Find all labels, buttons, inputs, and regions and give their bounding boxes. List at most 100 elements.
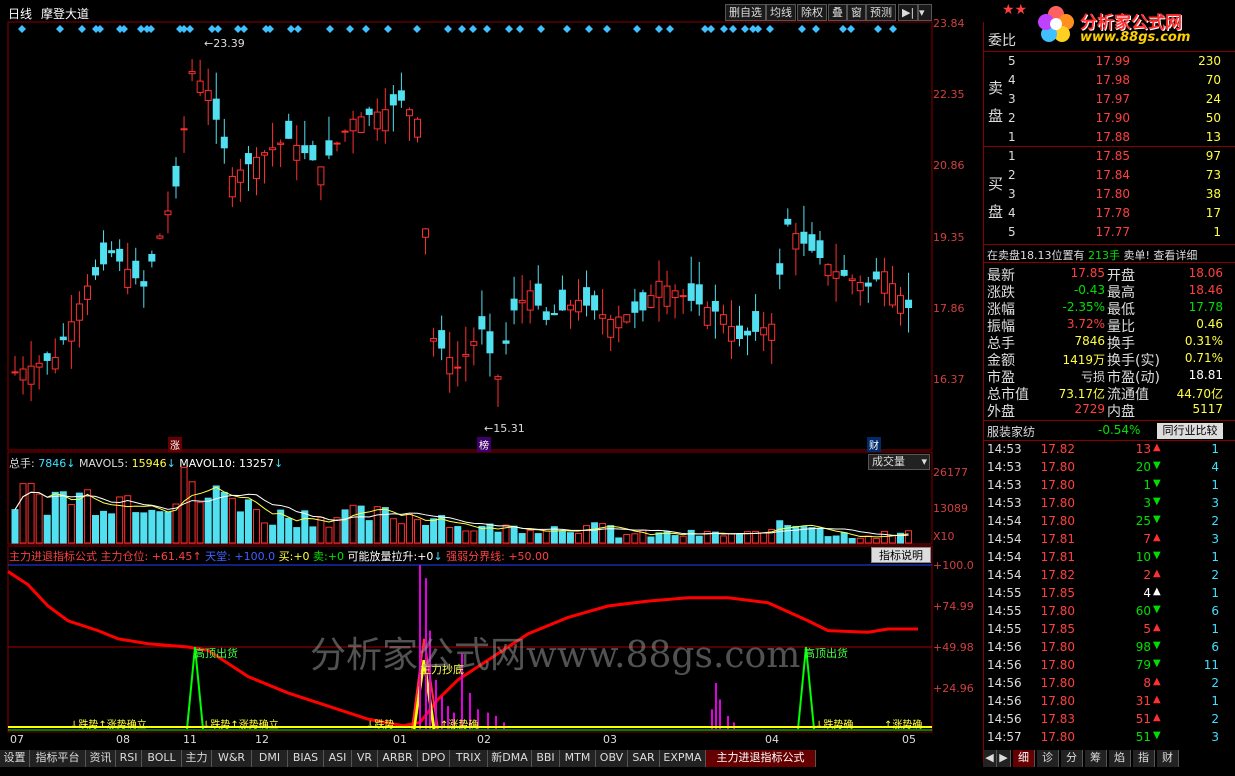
- indicator-help-button[interactable]: 指标说明: [871, 547, 931, 563]
- tab-18[interactable]: SAR: [628, 750, 660, 767]
- candle: [293, 125, 301, 181]
- tab-11[interactable]: ARBR: [378, 750, 418, 767]
- candle: [575, 279, 582, 321]
- tab-5[interactable]: 主力: [182, 750, 212, 767]
- book-row[interactable]: 2 17.84 73: [1006, 166, 1235, 183]
- candle: [140, 270, 148, 308]
- order-notice[interactable]: 在卖盘18.13位置有 213手 卖单! 查看详细: [987, 247, 1197, 263]
- quote-row: 振幅 3.72% 量比 0.46: [987, 316, 1227, 335]
- tab-1[interactable]: 指标平台: [30, 750, 86, 767]
- volume-bar: [760, 532, 768, 544]
- quote-cell: 5117: [1192, 402, 1223, 416]
- candle: [116, 239, 124, 272]
- book-row[interactable]: 2 17.90 50: [1006, 109, 1235, 126]
- direction-icon: ▲: [1153, 532, 1161, 543]
- date-tick: 08: [116, 733, 130, 746]
- tick-row: 14:55 17.85 4 ▲ 1: [987, 585, 1227, 602]
- candle: [905, 272, 913, 333]
- tick-cell: 14:53: [987, 478, 1022, 492]
- quote-row: 总手 7846 换手 0.31%: [987, 333, 1227, 352]
- tick-cell: 8: [1143, 676, 1151, 690]
- candle: [534, 265, 542, 310]
- tab-14[interactable]: 新DMA: [488, 750, 532, 767]
- diamond-marker: [516, 25, 524, 33]
- tab-15[interactable]: BBI: [532, 750, 560, 767]
- volume-bar: [293, 527, 301, 544]
- book-row[interactable]: 3 17.97 24: [1006, 90, 1235, 107]
- book-row[interactable]: 1 17.85 97: [1006, 147, 1235, 164]
- volume-bar: [623, 533, 631, 544]
- tab-20[interactable]: 主力进退指标公式: [706, 750, 816, 767]
- tab-6[interactable]: W&R: [212, 750, 252, 767]
- volume-bar: [188, 481, 196, 544]
- quote-cell: 内盘: [1107, 404, 1135, 420]
- book-row[interactable]: 4 17.78 17: [1006, 204, 1235, 221]
- tab-8[interactable]: BIAS: [288, 750, 324, 767]
- tab-3[interactable]: RSI: [116, 750, 142, 767]
- volume-bar: [389, 518, 397, 544]
- diamond-marker: [633, 25, 641, 33]
- book-volume: 38: [1205, 187, 1221, 201]
- tick-cell: 60: [1135, 604, 1151, 618]
- direction-icon: ▲: [1153, 586, 1161, 597]
- tick-cell: 7: [1143, 532, 1151, 546]
- tab-10[interactable]: VR: [352, 750, 378, 767]
- book-row[interactable]: 5 17.99 230: [1006, 52, 1235, 69]
- indicator-tabs: 设置 指标平台 资讯 RSI BOLL 主力 W&R DMI BIAS ASI VR ARBR DPO T…: [0, 750, 983, 767]
- quote-cell: 18.81: [1188, 368, 1223, 382]
- tab-0[interactable]: 设置: [0, 750, 30, 767]
- candle: [204, 68, 212, 126]
- diamond-marker: [266, 25, 274, 33]
- candle: [518, 275, 526, 324]
- event-tag[interactable]: 榜: [477, 437, 491, 452]
- volume-bar: [285, 517, 293, 544]
- tab-12[interactable]: DPO: [418, 750, 450, 767]
- volume-bar: [140, 512, 148, 544]
- volume-bar: [333, 517, 341, 544]
- tick-cell: 1: [1143, 478, 1151, 492]
- book-row[interactable]: 4 17.98 70: [1006, 71, 1235, 88]
- candle: [752, 294, 760, 341]
- tab-17[interactable]: OBV: [596, 750, 628, 767]
- tab-16[interactable]: MTM: [560, 750, 596, 767]
- tab-9[interactable]: ASI: [324, 750, 352, 767]
- volume-bar: [108, 513, 116, 544]
- tick-cell: 14:56: [987, 712, 1022, 726]
- book-level: 5: [1008, 225, 1016, 239]
- volume-bar: [381, 507, 389, 544]
- tick-cell: 3: [1211, 730, 1219, 744]
- diamond-marker: [754, 25, 762, 33]
- tick-cell: 14:53: [987, 460, 1022, 474]
- volume-bar: [414, 519, 421, 544]
- industry-compare-button[interactable]: 同行业比较: [1157, 423, 1223, 439]
- event-tag[interactable]: 财: [867, 437, 881, 452]
- tick-cell: 17.82: [1040, 442, 1075, 456]
- tick-cell: 1: [1211, 586, 1219, 600]
- candle: [164, 191, 172, 234]
- candle: [776, 248, 784, 290]
- book-row[interactable]: 3 17.80 38: [1006, 185, 1235, 202]
- diamond-marker: [294, 25, 302, 33]
- tab-2[interactable]: 资讯: [86, 750, 116, 767]
- date-tick: 01: [393, 733, 407, 746]
- event-tag[interactable]: 涨: [168, 437, 182, 452]
- volume-bar: [808, 527, 816, 544]
- tab-7[interactable]: DMI: [252, 750, 288, 767]
- tab-19[interactable]: EXPMA: [660, 750, 706, 767]
- volume-selector[interactable]: 成交量 ▾: [868, 454, 930, 470]
- volume-bar: [542, 530, 550, 544]
- book-volume: 73: [1205, 168, 1221, 182]
- candle: [92, 259, 99, 280]
- book-volume: 97: [1205, 149, 1221, 163]
- book-volume: 50: [1205, 111, 1221, 125]
- tab-4[interactable]: BOLL: [142, 750, 182, 767]
- quote-cell: -2.35%: [1062, 300, 1105, 314]
- book-row[interactable]: 5 17.77 1: [1006, 223, 1235, 240]
- candle: [897, 286, 904, 326]
- tab-13[interactable]: TRIX: [450, 750, 488, 767]
- diamond-marker: [707, 25, 715, 33]
- tick-row: 14:56 17.80 31 ▲ 1: [987, 693, 1227, 710]
- quote-row: 总市值 73.17亿 流通值 44.70亿: [987, 384, 1227, 403]
- candle: [655, 260, 663, 322]
- book-row[interactable]: 1 17.88 13: [1006, 128, 1235, 145]
